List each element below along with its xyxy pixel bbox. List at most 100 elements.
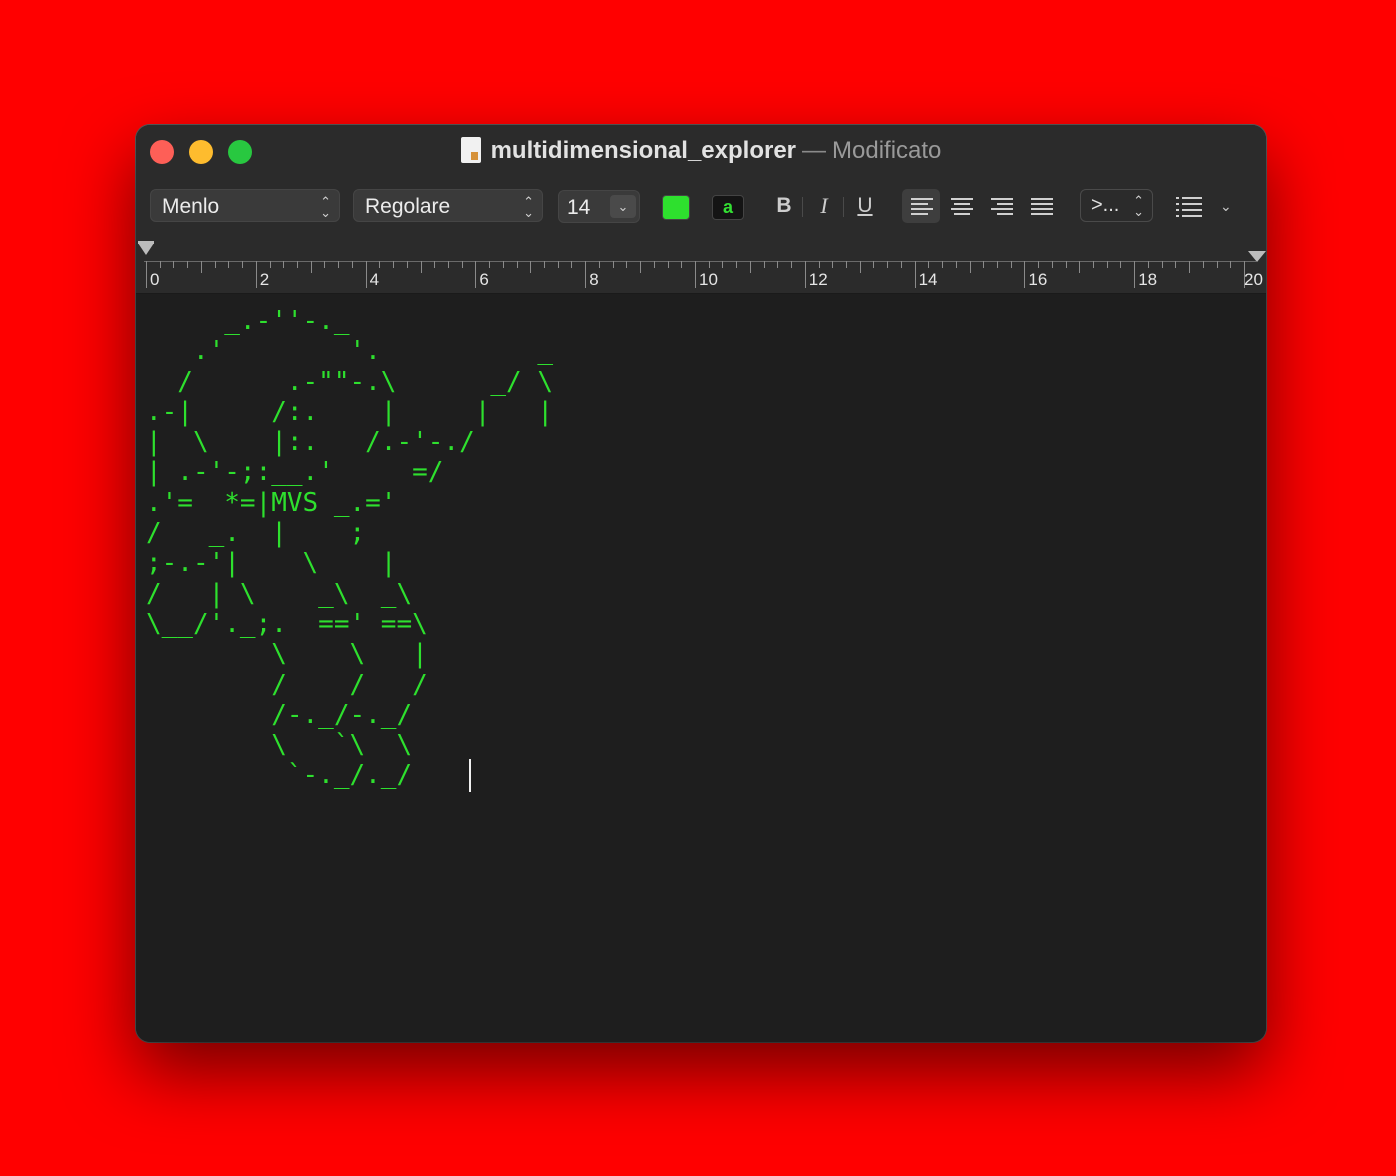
ruler-major-tick [585,261,587,288]
ruler-minor-tick [653,261,655,268]
align-justify-button[interactable] [1022,189,1060,223]
line-spacing-popup[interactable]: >... ⌃ ⌄ [1080,189,1153,222]
font-style-popup[interactable]: Regolare ⌃ ⌄ [353,189,543,222]
ruler-minor-tick [598,261,600,268]
ruler-label: 0 [150,270,160,289]
ruler-minor-tick [749,261,751,273]
ruler-minor-tick [296,261,298,268]
ruler-label: 6 [479,270,489,289]
ruler-minor-tick [434,261,436,268]
ruler-minor-tick [544,261,546,268]
ruler-minor-tick [942,261,944,268]
ruler-minor-tick [612,261,614,268]
ruler-minor-tick [1147,261,1149,268]
ruler-minor-tick [1230,261,1232,268]
font-family-popup[interactable]: Menlo ⌃ ⌄ [150,189,340,222]
ruler-minor-tick [269,261,271,268]
ruler-minor-tick [983,261,985,268]
ruler-minor-tick [420,261,422,273]
ruler-minor-tick [406,261,408,268]
ruler-minor-tick [571,261,573,268]
ruler-minor-tick [187,261,189,268]
ruler-minor-tick [763,261,765,268]
font-family-value: Menlo [162,195,220,218]
ruler-minor-tick [324,261,326,268]
ruler-minor-tick [489,261,491,268]
ruler-minor-tick [1189,261,1191,273]
updown-chevron-icon: ⌃ ⌄ [1133,192,1144,219]
textedit-window: multidimensional_explorer — Modificato Men… [136,125,1266,1042]
font-style-value: Regolare [365,195,451,218]
document-status: Modificato [832,137,942,164]
left-margin-marker[interactable] [138,243,154,255]
format-toolbar: Menlo ⌃ ⌄ Regolare ⌃ ⌄ 14 ⌄ a B I U >...… [136,189,1266,225]
ruler-minor-tick [1161,261,1163,268]
line-spacing-value: >... [1091,194,1120,216]
ruler-minor-tick [900,261,902,268]
align-right-button[interactable] [982,189,1020,223]
font-size-combo[interactable]: 14 ⌄ [558,190,640,223]
divider [802,197,803,217]
ruler-label: 4 [369,270,380,289]
ruler-minor-tick [159,261,161,268]
updown-chevron-icon: ⌃ ⌄ [523,193,534,220]
ruler-minor-tick [1093,261,1095,268]
document-text[interactable]: _.-''-._ .' '. _ / .-""-.\ _/ \ .-| /:. … [146,306,553,791]
ruler-major-tick [255,261,257,288]
text-editor[interactable]: _.-''-._ .' '. _ / .-""-.\ _/ \ .-| /:. … [136,294,1266,1042]
background-color-button[interactable]: a [712,195,744,220]
ruler-minor-tick [681,261,683,268]
align-left-button[interactable] [902,189,940,223]
bold-button[interactable]: B [770,191,798,221]
ruler-minor-tick [502,261,504,268]
ruler-minor-tick [351,261,353,268]
chevron-down-icon[interactable]: ⌄ [610,195,636,218]
ruler-label: 20 [1244,270,1263,289]
italic-button[interactable]: I [810,191,838,221]
ruler-minor-tick [461,261,463,268]
list-bullets-icon[interactable] [1176,194,1210,218]
ruler-minor-tick [969,261,971,273]
ruler-minor-tick [832,261,834,268]
ruler-label: 2 [259,270,270,289]
ruler-minor-tick [447,261,449,268]
ruler-minor-tick [708,261,710,268]
ruler-major-tick [1024,261,1026,288]
ruler-minor-tick [1010,261,1012,268]
font-size-value: 14 [567,196,591,219]
ruler-minor-tick [1216,261,1218,268]
ruler-major-tick [475,261,477,288]
ruler-minor-tick [338,261,340,268]
ruler-minor-tick [791,261,793,268]
document-icon[interactable] [460,136,481,163]
ruler-label: 14 [918,270,938,289]
ruler-minor-tick [1106,261,1108,268]
ruler-minor-tick [1202,261,1204,268]
ruler-minor-tick [1175,261,1177,268]
ruler[interactable]: 0 2 4 6 8 10 12 14 16 18 20 [136,233,1266,294]
ruler-minor-tick [996,261,998,268]
title-separator: — [802,137,827,164]
ruler-label: 10 [699,270,718,289]
ruler-minor-tick [214,261,216,268]
ruler-minor-tick [928,261,930,268]
underline-button[interactable]: U [851,191,879,221]
ruler-minor-tick [1051,261,1053,268]
align-center-button[interactable] [942,189,980,223]
text-color-swatch[interactable] [662,195,690,220]
ruler-minor-tick [777,261,779,268]
ruler-minor-tick [393,261,395,268]
ruler-minor-tick [200,261,202,273]
ruler-major-tick [146,261,147,288]
ruler-minor-tick [310,261,312,273]
ruler-minor-tick [722,261,724,268]
divider [843,197,844,217]
chevron-down-icon[interactable]: ⌄ [1220,193,1232,219]
document-name: multidimensional_explorer [490,137,797,164]
ruler-major-tick [695,261,696,288]
ruler-label: 16 [1028,270,1048,289]
ruler-minor-tick [530,261,532,273]
title-bar: multidimensional_explorer — Modificato Men… [136,125,1266,234]
ruler-minor-tick [1079,261,1081,273]
ruler-minor-tick [640,261,642,273]
